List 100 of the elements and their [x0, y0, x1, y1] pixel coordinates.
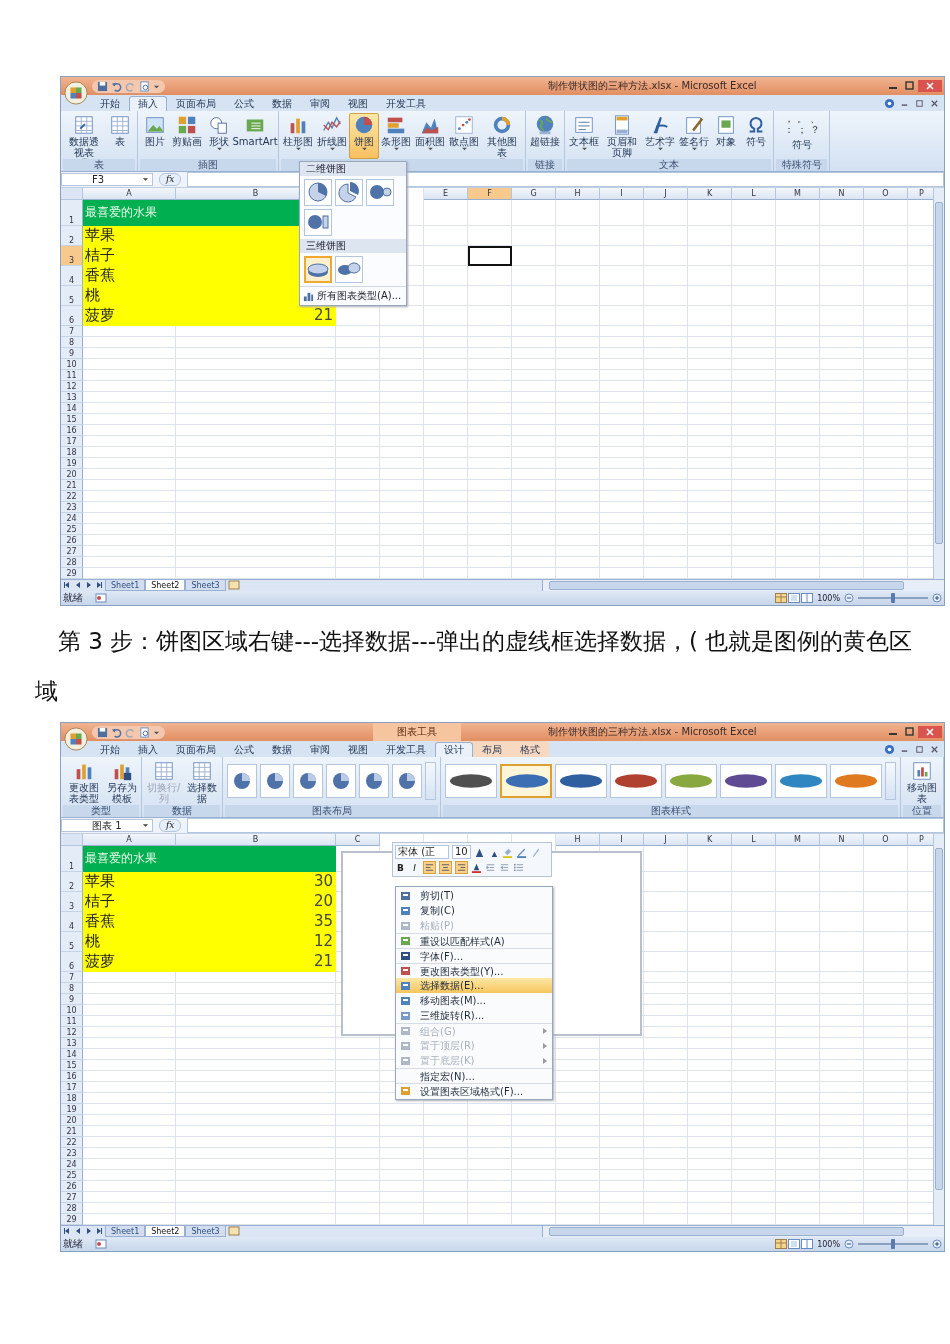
- row-number[interactable]: 23: [61, 1148, 83, 1159]
- name-box[interactable]: 图表 1: [61, 819, 153, 832]
- pie-chart-option[interactable]: [304, 209, 332, 236]
- ribbon-button[interactable]: 另存为模板: [104, 759, 139, 805]
- row-number[interactable]: 4: [61, 266, 83, 286]
- row-number[interactable]: 11: [61, 370, 83, 381]
- column-header[interactable]: J: [644, 834, 688, 846]
- row-number[interactable]: 6: [61, 306, 83, 326]
- column-header[interactable]: G: [512, 188, 556, 200]
- row-number[interactable]: 11: [61, 1016, 83, 1027]
- menu-item[interactable]: 选择数据(E)...: [396, 978, 552, 993]
- row-number[interactable]: 23: [61, 502, 83, 513]
- menu-item[interactable]: 指定宏(N)...: [396, 1068, 552, 1083]
- symbol-key[interactable]: 、: [808, 113, 821, 124]
- row-number[interactable]: 4: [61, 912, 83, 932]
- pie-chart-option[interactable]: [335, 256, 363, 283]
- row-number[interactable]: 13: [61, 392, 83, 403]
- row-number[interactable]: 10: [61, 1005, 83, 1016]
- ribbon-tab[interactable]: 格式: [511, 742, 549, 757]
- chart-style-option[interactable]: [720, 764, 772, 798]
- symbol-key[interactable]: 。: [795, 113, 808, 124]
- row-number[interactable]: 2: [61, 872, 83, 892]
- row-number[interactable]: 21: [61, 1126, 83, 1137]
- align-left-icon[interactable]: [423, 861, 436, 874]
- ribbon-tab[interactable]: 插入: [129, 742, 167, 757]
- ribbon-button[interactable]: 饼图: [349, 113, 379, 159]
- help-icon[interactable]: [884, 743, 895, 755]
- all-chart-types-item[interactable]: 所有图表类型(A)...: [300, 286, 406, 305]
- row-number[interactable]: 24: [61, 513, 83, 524]
- page-layout-icon[interactable]: [788, 593, 801, 603]
- chart-style-option[interactable]: [445, 764, 497, 798]
- ribbon-tab[interactable]: 开始: [91, 742, 129, 757]
- ribbon-button[interactable]: 选择数据: [183, 759, 220, 805]
- ribbon-button[interactable]: 超链接: [528, 113, 562, 159]
- row-number[interactable]: 22: [61, 491, 83, 502]
- row-number[interactable]: 26: [61, 1181, 83, 1192]
- ribbon-tab[interactable]: 审阅: [301, 742, 339, 757]
- ribbon-button[interactable]: 折线图: [315, 113, 349, 159]
- column-header[interactable]: K: [688, 188, 732, 200]
- row-number[interactable]: 3: [61, 246, 83, 266]
- row-number[interactable]: 28: [61, 1203, 83, 1214]
- menu-item[interactable]: 剪切(T): [396, 888, 552, 903]
- selected-cell[interactable]: [468, 246, 512, 266]
- menu-item[interactable]: 移动图表(M)...: [396, 993, 552, 1008]
- column-header[interactable]: M: [776, 834, 820, 846]
- row-number[interactable]: 7: [61, 972, 83, 983]
- row-number[interactable]: 12: [61, 381, 83, 392]
- row-number[interactable]: 14: [61, 1049, 83, 1060]
- row-number[interactable]: 19: [61, 1104, 83, 1115]
- row-number[interactable]: 27: [61, 1192, 83, 1203]
- symbol-key[interactable]: ，: [782, 113, 795, 124]
- column-header[interactable]: K: [688, 834, 732, 846]
- ribbon-button[interactable]: 柱形图: [281, 113, 315, 159]
- row-number[interactable]: 16: [61, 1071, 83, 1082]
- ribbon-tab[interactable]: 页面布局: [167, 96, 225, 111]
- align-right-icon[interactable]: [455, 861, 468, 874]
- row-number[interactable]: 19: [61, 458, 83, 469]
- symbol-key[interactable]: ：: [782, 124, 795, 135]
- ribbon-button[interactable]: 对象: [711, 113, 741, 159]
- chart-style-option[interactable]: [500, 764, 552, 798]
- normal-view-icon[interactable]: [775, 593, 788, 603]
- row-number[interactable]: 10: [61, 359, 83, 370]
- ribbon-tab[interactable]: 开发工具: [377, 96, 435, 111]
- ribbon-button[interactable]: 更改图表类型: [63, 759, 105, 805]
- horizontal-scrollbar[interactable]: [541, 580, 944, 591]
- chart-layout-option[interactable]: [392, 764, 422, 798]
- chart-style-option[interactable]: [610, 764, 662, 798]
- row-number[interactable]: 2: [61, 226, 83, 246]
- save-icon[interactable]: [97, 726, 108, 738]
- pie-chart-option[interactable]: [304, 179, 332, 206]
- page-break-icon[interactable]: [801, 1239, 814, 1249]
- restore-icon[interactable]: [902, 726, 916, 738]
- ribbon-tab[interactable]: 数据: [263, 742, 301, 757]
- symbol-key[interactable]: ；: [795, 124, 808, 135]
- row-number[interactable]: 8: [61, 983, 83, 994]
- chart-style-option[interactable]: [775, 764, 827, 798]
- row-number[interactable]: 1: [61, 200, 83, 226]
- formula-field[interactable]: [187, 818, 944, 833]
- row-number[interactable]: 25: [61, 524, 83, 535]
- row-number[interactable]: 16: [61, 425, 83, 436]
- sheet-navigation-icon[interactable]: [63, 1226, 103, 1236]
- ribbon-button[interactable]: 移动图表: [903, 759, 941, 805]
- row-number[interactable]: 9: [61, 994, 83, 1005]
- row-number[interactable]: 21: [61, 480, 83, 491]
- page-break-icon[interactable]: [801, 593, 814, 603]
- ribbon-tab[interactable]: 布局: [473, 742, 511, 757]
- column-header[interactable]: H: [556, 834, 600, 846]
- row-number[interactable]: 24: [61, 1159, 83, 1170]
- print-preview-icon[interactable]: [139, 726, 150, 738]
- font-color-icon[interactable]: [471, 862, 482, 873]
- menu-item[interactable]: 复制(C): [396, 903, 552, 918]
- italic-button[interactable]: I: [409, 862, 420, 873]
- column-header[interactable]: H: [556, 188, 600, 200]
- ribbon-button[interactable]: 表: [105, 113, 135, 159]
- undo-icon[interactable]: [111, 80, 122, 92]
- ribbon-button[interactable]: 剪贴画: [170, 113, 204, 159]
- ribbon-tab[interactable]: 开始: [91, 96, 129, 111]
- column-header[interactable]: M: [776, 188, 820, 200]
- ribbon-button[interactable]: 艺术字: [643, 113, 677, 159]
- undo-icon[interactable]: [111, 726, 122, 738]
